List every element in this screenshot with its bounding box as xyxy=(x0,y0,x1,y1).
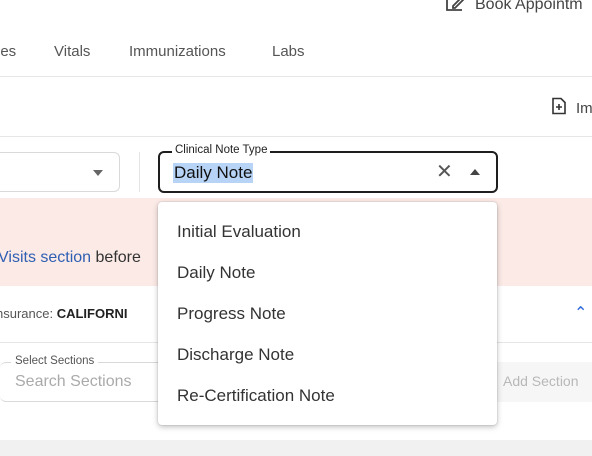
add-document-icon xyxy=(550,97,568,119)
book-appointment-label: Book Appointm xyxy=(475,0,583,13)
clinical-note-type-dropdown: Initial Evaluation Daily Note Progress N… xyxy=(158,202,497,425)
tab-labs[interactable]: Labs xyxy=(272,43,305,60)
insurance-label: nsurance: xyxy=(0,306,54,321)
field-separator xyxy=(139,152,140,192)
option-discharge-note[interactable]: Discharge Note xyxy=(158,336,497,377)
tab-immunizations[interactable]: Immunizations xyxy=(129,43,226,60)
insurance-info: nsurance: CALIFORNI xyxy=(0,306,128,321)
select-sections-field[interactable]: Select Sections Search Sections xyxy=(0,355,170,402)
add-section-button[interactable]: Add Section xyxy=(492,362,592,402)
clinical-note-type-label: Clinical Note Type xyxy=(172,144,271,156)
patient-tabs: ies Vitals Immunizations Labs xyxy=(0,30,592,76)
clinical-note-type-value[interactable]: Daily Note xyxy=(173,163,254,183)
unfold-icon[interactable]: ⌃ xyxy=(574,303,587,325)
option-initial-evaluation[interactable]: Initial Evaluation xyxy=(158,213,497,254)
option-daily-note[interactable]: Daily Note xyxy=(158,254,497,295)
insurance-value: CALIFORNI xyxy=(56,306,128,321)
option-re-certification-note[interactable]: Re-Certification Note xyxy=(158,377,497,418)
import-label: Im xyxy=(576,99,592,117)
top-bar: Book Appointm xyxy=(0,0,592,30)
tab-vitals[interactable]: Vitals xyxy=(54,43,90,60)
import-button[interactable]: Im xyxy=(550,97,592,119)
alert-message: Visits section before xyxy=(0,249,141,267)
search-sections-input[interactable]: Search Sections xyxy=(15,373,132,391)
visit-select[interactable] xyxy=(0,152,120,192)
bottom-strip xyxy=(0,440,592,456)
caret-up-icon[interactable] xyxy=(470,169,480,175)
visits-section-link[interactable]: Visits section xyxy=(0,249,91,266)
book-appointment-button[interactable]: Book Appointm xyxy=(444,0,583,18)
caret-down-icon[interactable] xyxy=(93,170,103,176)
alert-message-text: before xyxy=(91,249,141,266)
tab-allergies[interactable]: ies xyxy=(0,43,16,60)
option-progress-note[interactable]: Progress Note xyxy=(158,295,497,336)
edit-calendar-icon xyxy=(444,0,466,18)
close-icon[interactable]: ✕ xyxy=(436,161,453,183)
clinical-note-type-select[interactable]: Clinical Note Type Daily Note ✕ xyxy=(158,144,498,193)
toolbar-divider xyxy=(0,136,592,137)
select-sections-label: Select Sections xyxy=(11,355,99,367)
tabs-divider xyxy=(0,76,592,77)
